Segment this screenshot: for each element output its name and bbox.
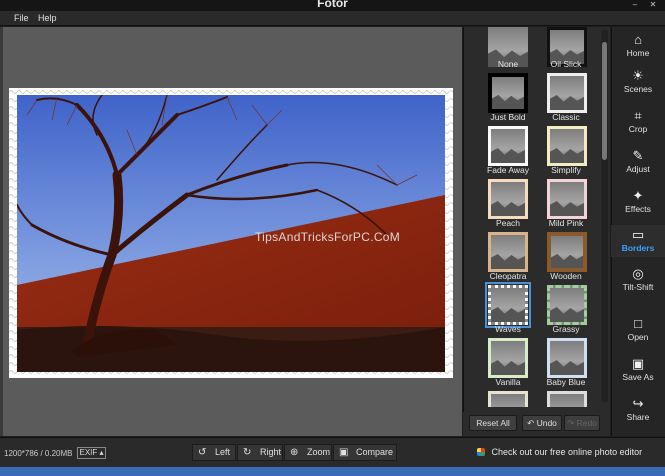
border-thumb-peach[interactable] xyxy=(488,179,528,219)
undo-label: Undo xyxy=(536,418,557,428)
home-icon: ⌂ xyxy=(634,32,642,47)
tool-label: Open xyxy=(627,332,649,342)
border-thumb-vanilla[interactable] xyxy=(488,338,528,378)
border-label: Classic xyxy=(552,112,580,122)
image-info: 1200*786 / 0.20MB xyxy=(4,449,73,458)
menu-file[interactable]: File xyxy=(14,13,29,23)
border-thumb-simplify[interactable] xyxy=(547,126,587,166)
target-icon: ◎ xyxy=(632,266,644,281)
rotate-left-button[interactable]: ↺ Left xyxy=(192,444,236,461)
border-thumbnail-grid: None Oil Slick Just Bold Classic Fade Aw… xyxy=(472,27,600,407)
border-thumb-grassy[interactable] xyxy=(547,285,587,325)
status-bar: 1200*786 / 0.20MB EXIF ▴ ↺ Left ↻ Right … xyxy=(0,437,665,467)
title-bar: Fotor – ✕ xyxy=(0,0,665,11)
rotate-left-label: Left xyxy=(215,447,231,457)
border-label: Cleopatra xyxy=(489,271,527,281)
tool-save-as[interactable]: ▣ Save As xyxy=(611,356,665,382)
border-label: Vanilla xyxy=(495,377,521,387)
border-label: Mild Pink xyxy=(548,218,584,228)
tool-tilt-shift[interactable]: ◎ Tilt-Shift xyxy=(611,266,665,292)
border-thumb[interactable] xyxy=(547,391,587,407)
border-thumb-just-bold[interactable] xyxy=(488,73,528,113)
tool-open[interactable]: □ Open xyxy=(611,316,665,342)
tool-label: Share xyxy=(626,412,650,422)
border-thumb-wooden[interactable] xyxy=(547,232,587,272)
reset-all-button[interactable]: Reset All xyxy=(469,415,517,431)
border-thumb[interactable] xyxy=(488,391,528,407)
compare-button[interactable]: ▣ Compare xyxy=(333,444,397,461)
border-label: Baby Blue xyxy=(546,377,586,387)
tool-label: Scenes xyxy=(623,84,653,94)
tool-effects[interactable]: ✦ Effects xyxy=(611,188,665,214)
compare-label: Compare xyxy=(356,447,394,457)
border-label: Simplify xyxy=(551,165,581,175)
floppy-icon: ▣ xyxy=(631,356,645,371)
zoom-button[interactable]: ⊕ Zoom xyxy=(284,444,332,461)
border-thumb-fade-away[interactable] xyxy=(488,126,528,166)
tool-label: Tilt-Shift xyxy=(622,282,654,292)
redo-icon: ↷ xyxy=(567,418,575,428)
online-editor-link[interactable]: Check out our free online photo editor xyxy=(477,447,642,457)
fotor-logo-icon xyxy=(477,448,485,456)
redo-label: Redo xyxy=(576,418,597,428)
sun-icon: ☀ xyxy=(632,68,644,83)
exif-button[interactable]: EXIF ▴ xyxy=(77,447,106,459)
pencil-icon: ✎ xyxy=(632,148,644,163)
tool-borders[interactable]: ▭ Borders xyxy=(611,225,665,257)
border-label: Grassy xyxy=(552,324,580,334)
tool-crop[interactable]: ⌗ Crop xyxy=(611,108,665,134)
border-label: Oil Slick xyxy=(550,59,582,69)
tool-label: Borders xyxy=(621,243,655,253)
undo-icon: ↶ xyxy=(527,418,535,428)
close-button[interactable]: ✕ xyxy=(646,0,660,10)
border-thumb-waves[interactable] xyxy=(485,282,531,328)
zoom-icon: ⊕ xyxy=(290,447,299,458)
rotate-left-icon: ↺ xyxy=(198,447,207,458)
tool-label: Crop xyxy=(628,124,648,134)
redo-button[interactable]: ↷ Redo xyxy=(564,415,600,431)
rotate-right-icon: ↻ xyxy=(243,447,252,458)
tool-label: Save As xyxy=(622,372,654,382)
tool-label: Adjust xyxy=(626,164,650,174)
watermark-text: TipsAndTricksForPC.CoM xyxy=(255,230,401,244)
border-label: Waves xyxy=(495,324,521,334)
border-label: Peach xyxy=(495,218,521,228)
border-label: None xyxy=(497,59,519,69)
border-label: Just Bold xyxy=(490,112,526,122)
tool-label: Effects xyxy=(625,204,651,214)
border-thumb-baby-blue[interactable] xyxy=(547,338,587,378)
crop-icon: ⌗ xyxy=(634,108,642,123)
tool-adjust[interactable]: ✎ Adjust xyxy=(611,148,665,174)
minimize-button[interactable]: – xyxy=(628,0,642,10)
tool-share[interactable]: ↪ Share xyxy=(611,396,665,422)
tool-home[interactable]: ⌂ Home xyxy=(611,32,665,58)
panel-scrollbar[interactable] xyxy=(601,30,608,402)
border-label: Fade Away xyxy=(487,165,529,175)
scrollbar-thumb[interactable] xyxy=(602,42,607,160)
undo-button[interactable]: ↶ Undo xyxy=(522,415,562,431)
promo-text: Check out our free online photo editor xyxy=(491,447,643,457)
border-thumb-mild-pink[interactable] xyxy=(547,179,587,219)
tool-label: Home xyxy=(626,48,650,58)
sparkle-icon: ✦ xyxy=(632,188,644,203)
document-icon: □ xyxy=(634,316,642,331)
menu-help[interactable]: Help xyxy=(38,13,57,23)
border-label: Wooden xyxy=(550,271,582,281)
zoom-label: Zoom xyxy=(307,447,331,457)
rotate-right-button[interactable]: ↻ Right xyxy=(237,444,283,461)
border-thumb-classic[interactable] xyxy=(547,73,587,113)
rotate-right-label: Right xyxy=(260,447,282,457)
menu-bar: File Help xyxy=(0,11,665,26)
compare-icon: ▣ xyxy=(339,447,349,458)
tool-scenes[interactable]: ☀ Scenes xyxy=(611,68,665,94)
window-title: Fotor xyxy=(317,0,348,10)
border-thumb-cleopatra[interactable] xyxy=(488,232,528,272)
os-taskbar xyxy=(0,467,665,476)
border-frame-icon: ▭ xyxy=(631,227,645,242)
panel-action-bar: Reset All ↶ Undo ↷ Redo xyxy=(463,412,610,436)
share-icon: ↪ xyxy=(632,396,644,411)
